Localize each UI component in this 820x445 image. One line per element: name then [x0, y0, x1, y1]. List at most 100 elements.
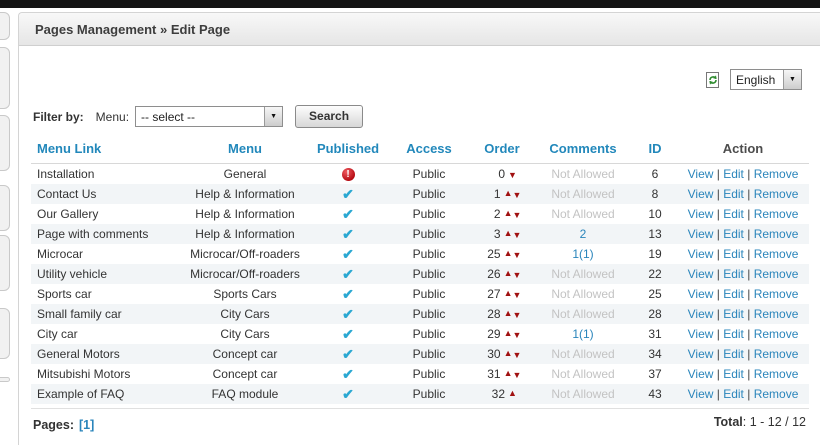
published-cell[interactable]: ✔ — [309, 264, 387, 284]
edit-link[interactable]: Edit — [723, 387, 744, 401]
published-cell[interactable]: ! — [309, 164, 387, 185]
published-check-icon[interactable]: ✔ — [342, 366, 354, 382]
sidebar-box[interactable] — [0, 47, 10, 109]
remove-link[interactable]: Remove — [754, 287, 799, 301]
published-cell[interactable]: ✔ — [309, 224, 387, 244]
published-cell[interactable]: ✔ — [309, 304, 387, 324]
edit-link[interactable]: Edit — [723, 347, 744, 361]
published-check-icon[interactable]: ✔ — [342, 306, 354, 322]
chevron-down-icon[interactable]: ▼ — [264, 107, 282, 126]
remove-link[interactable]: Remove — [754, 207, 799, 221]
remove-link[interactable]: Remove — [754, 327, 799, 341]
order-up-arrow[interactable]: ▲ — [504, 268, 513, 278]
order-up-arrow[interactable]: ▲ — [504, 208, 513, 218]
comments-count-link[interactable]: 1(1) — [572, 247, 593, 261]
published-check-icon[interactable]: ✔ — [342, 326, 354, 342]
order-up-arrow[interactable]: ▲ — [508, 388, 517, 398]
view-link[interactable]: View — [688, 227, 714, 241]
published-check-icon[interactable]: ✔ — [342, 206, 354, 222]
order-down-arrow[interactable]: ▼ — [513, 270, 522, 280]
edit-link[interactable]: Edit — [723, 307, 744, 321]
order-down-arrow[interactable]: ▼ — [513, 370, 522, 380]
remove-link[interactable]: Remove — [754, 267, 799, 281]
comments-cell[interactable]: 1(1) — [533, 244, 633, 264]
published-check-icon[interactable]: ✔ — [342, 226, 354, 242]
published-check-icon[interactable]: ✔ — [342, 246, 354, 262]
view-link[interactable]: View — [688, 347, 714, 361]
order-up-arrow[interactable]: ▲ — [504, 308, 513, 318]
order-down-arrow[interactable]: ▼ — [508, 170, 517, 180]
published-check-icon[interactable]: ✔ — [342, 266, 354, 282]
edit-link[interactable]: Edit — [723, 367, 744, 381]
view-link[interactable]: View — [688, 327, 714, 341]
remove-link[interactable]: Remove — [754, 247, 799, 261]
order-down-arrow[interactable]: ▼ — [513, 210, 522, 220]
order-up-arrow[interactable]: ▲ — [504, 188, 513, 198]
sidebar-box[interactable] — [0, 308, 10, 359]
comments-cell[interactable]: 1(1) — [533, 324, 633, 344]
order-up-arrow[interactable]: ▲ — [504, 248, 513, 258]
chevron-down-icon[interactable]: ▼ — [783, 70, 801, 89]
view-link[interactable]: View — [688, 267, 714, 281]
comments-cell[interactable]: 2 — [533, 224, 633, 244]
view-link[interactable]: View — [688, 287, 714, 301]
published-check-icon[interactable]: ✔ — [342, 286, 354, 302]
sidebar-box[interactable] — [0, 115, 10, 171]
published-cell[interactable]: ✔ — [309, 344, 387, 364]
order-up-arrow[interactable]: ▲ — [504, 228, 513, 238]
published-cell[interactable]: ✔ — [309, 284, 387, 304]
edit-link[interactable]: Edit — [723, 327, 744, 341]
order-up-arrow[interactable]: ▲ — [504, 348, 513, 358]
edit-link[interactable]: Edit — [723, 207, 744, 221]
remove-link[interactable]: Remove — [754, 367, 799, 381]
view-link[interactable]: View — [688, 307, 714, 321]
published-check-icon[interactable]: ✔ — [342, 346, 354, 362]
search-button[interactable]: Search — [295, 105, 363, 128]
published-cell[interactable]: ✔ — [309, 324, 387, 344]
view-link[interactable]: View — [688, 367, 714, 381]
order-up-arrow[interactable]: ▲ — [504, 288, 513, 298]
order-down-arrow[interactable]: ▼ — [513, 330, 522, 340]
published-cell[interactable]: ✔ — [309, 244, 387, 264]
remove-link[interactable]: Remove — [754, 187, 799, 201]
menu-filter-select[interactable]: -- select -- ▼ — [135, 106, 283, 127]
published-cell[interactable]: ✔ — [309, 204, 387, 224]
remove-link[interactable]: Remove — [754, 347, 799, 361]
edit-link[interactable]: Edit — [723, 267, 744, 281]
order-down-arrow[interactable]: ▼ — [513, 230, 522, 240]
remove-link[interactable]: Remove — [754, 227, 799, 241]
order-up-arrow[interactable]: ▲ — [504, 328, 513, 338]
sidebar-box[interactable] — [0, 185, 10, 231]
sidebar-box[interactable] — [0, 235, 10, 291]
page-number-link[interactable]: [1] — [79, 418, 94, 432]
edit-link[interactable]: Edit — [723, 227, 744, 241]
view-link[interactable]: View — [688, 387, 714, 401]
edit-link[interactable]: Edit — [723, 287, 744, 301]
edit-link[interactable]: Edit — [723, 187, 744, 201]
remove-link[interactable]: Remove — [754, 387, 799, 401]
edit-link[interactable]: Edit — [723, 247, 744, 261]
published-check-icon[interactable]: ✔ — [342, 186, 354, 202]
published-cell[interactable]: ✔ — [309, 384, 387, 404]
unpublished-icon[interactable]: ! — [342, 168, 355, 181]
order-down-arrow[interactable]: ▼ — [513, 250, 522, 260]
comments-count-link[interactable]: 1(1) — [572, 327, 593, 341]
order-down-arrow[interactable]: ▼ — [513, 310, 522, 320]
order-down-arrow[interactable]: ▼ — [513, 350, 522, 360]
edit-link[interactable]: Edit — [723, 167, 744, 181]
order-up-arrow[interactable]: ▲ — [504, 368, 513, 378]
order-down-arrow[interactable]: ▼ — [513, 290, 522, 300]
refresh-icon[interactable] — [705, 72, 721, 88]
published-cell[interactable]: ✔ — [309, 364, 387, 384]
remove-link[interactable]: Remove — [754, 307, 799, 321]
order-down-arrow[interactable]: ▼ — [513, 190, 522, 200]
view-link[interactable]: View — [688, 207, 714, 221]
published-cell[interactable]: ✔ — [309, 184, 387, 204]
comments-count-link[interactable]: 2 — [580, 227, 587, 241]
published-check-icon[interactable]: ✔ — [342, 386, 354, 402]
language-select[interactable]: English ▼ — [730, 69, 802, 90]
remove-link[interactable]: Remove — [754, 167, 799, 181]
view-link[interactable]: View — [688, 167, 714, 181]
view-link[interactable]: View — [688, 187, 714, 201]
view-link[interactable]: View — [688, 247, 714, 261]
